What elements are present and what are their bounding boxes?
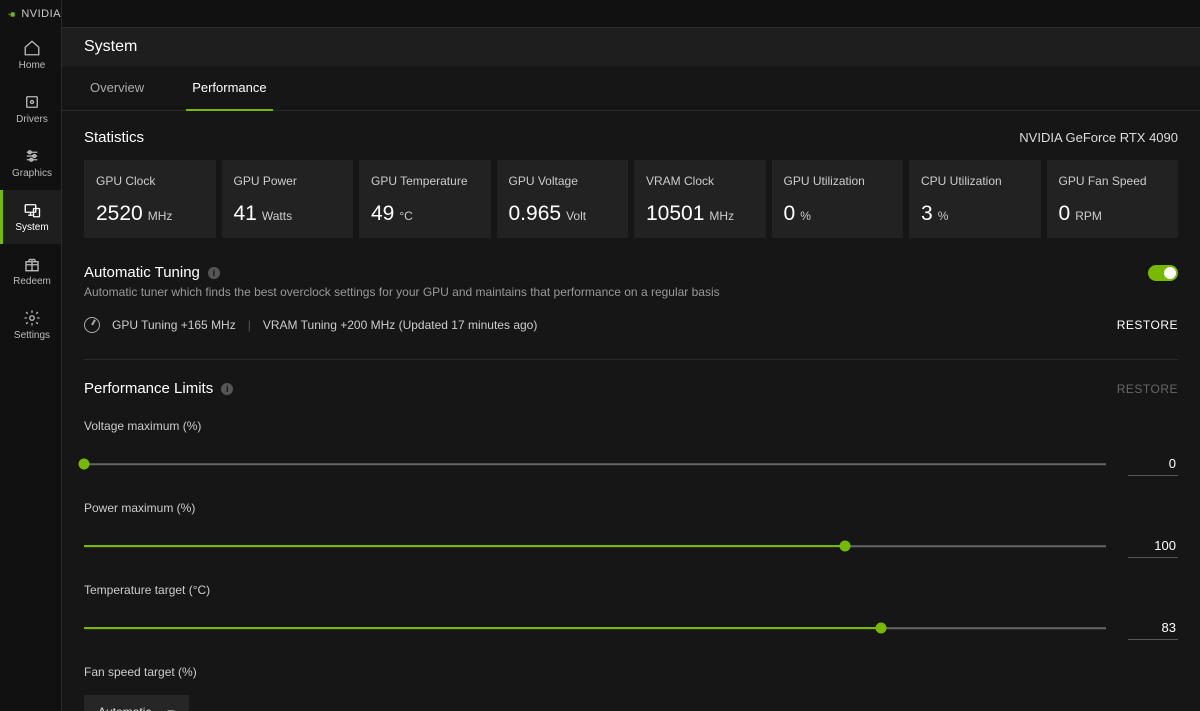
stat-value: 2520MHz: [96, 202, 204, 226]
drivers-icon: [23, 93, 41, 111]
stat-value: 0%: [784, 202, 892, 226]
stat-value: 0.965Volt: [509, 202, 617, 226]
gauge-icon: [84, 317, 100, 333]
info-icon[interactable]: i: [221, 383, 233, 395]
stat-card: GPU Temperature 49°C: [359, 160, 491, 238]
stat-card: GPU Voltage 0.965Volt: [497, 160, 629, 238]
stat-label: VRAM Clock: [646, 174, 754, 188]
stat-value: 3%: [921, 202, 1029, 226]
slider-track[interactable]: [84, 613, 1106, 643]
stat-card: GPU Power 41Watts: [222, 160, 354, 238]
perf-limits-restore-button: RESTORE: [1117, 382, 1178, 396]
stat-value: 49°C: [371, 202, 479, 226]
gpu-name: NVIDIA GeForce RTX 4090: [1019, 130, 1178, 145]
slider-input[interactable]: [1128, 616, 1178, 640]
sidebar-item-label: Settings: [14, 330, 50, 341]
stat-label: GPU Clock: [96, 174, 204, 188]
sidebar-item-label: Redeem: [13, 276, 51, 287]
tab-overview[interactable]: Overview: [84, 66, 150, 111]
fan-speed-label: Fan speed target (%): [84, 665, 1178, 679]
sidebar-item-drivers[interactable]: Drivers: [0, 82, 61, 136]
auto-tuning-toggle[interactable]: [1148, 265, 1178, 281]
slider-input[interactable]: [1128, 452, 1178, 476]
stat-unit: %: [938, 209, 949, 223]
slider-label: Voltage maximum (%): [84, 419, 1178, 433]
stat-value: 0RPM: [1059, 202, 1167, 226]
auto-tuning-title: Automatic Tuning: [84, 264, 200, 281]
stat-card: GPU Fan Speed 0RPM: [1047, 160, 1179, 238]
slider-label: Power maximum (%): [84, 501, 1178, 515]
slider-label: Temperature target (°C): [84, 583, 1178, 597]
page-title: System: [62, 28, 1200, 66]
stat-unit: °C: [399, 209, 412, 223]
nvidia-logo-icon: [8, 9, 15, 20]
slider-thumb[interactable]: [79, 459, 90, 470]
stat-card: CPU Utilization 3%: [909, 160, 1041, 238]
sidebar-item-system[interactable]: System: [0, 190, 61, 244]
auto-tuning-restore-button[interactable]: RESTORE: [1117, 318, 1178, 332]
gift-icon: [23, 255, 41, 273]
brand: NVIDIA: [0, 0, 61, 28]
fan-speed-value: Automatic: [98, 705, 151, 711]
stat-unit: RPM: [1075, 209, 1102, 223]
stat-unit: MHz: [709, 209, 734, 223]
auto-tuning-description: Automatic tuner which finds the best ove…: [84, 285, 1178, 299]
sidebar-item-home[interactable]: Home: [0, 28, 61, 82]
stat-unit: MHz: [148, 209, 173, 223]
slider-track[interactable]: [84, 531, 1106, 561]
gpu-tuning-value: GPU Tuning +165 MHz: [112, 318, 236, 332]
vram-tuning-value: VRAM Tuning +200 MHz (Updated 17 minutes…: [263, 318, 537, 332]
stat-unit: Watts: [262, 209, 292, 223]
brand-label: NVIDIA: [21, 8, 61, 20]
slider-thumb[interactable]: [876, 623, 887, 634]
stat-unit: Volt: [566, 209, 586, 223]
tab-performance[interactable]: Performance: [186, 66, 272, 111]
gear-icon: [23, 309, 41, 327]
slider-input[interactable]: [1128, 534, 1178, 558]
sidebar-item-label: System: [15, 222, 48, 233]
stat-label: GPU Power: [234, 174, 342, 188]
perf-limits-title: Performance Limits: [84, 380, 213, 397]
stat-label: GPU Utilization: [784, 174, 892, 188]
stat-value: 10501MHz: [646, 202, 754, 226]
stat-label: GPU Fan Speed: [1059, 174, 1167, 188]
slider-thumb[interactable]: [840, 541, 851, 552]
statistics-title: Statistics: [84, 129, 144, 146]
stat-unit: %: [800, 209, 811, 223]
stat-label: CPU Utilization: [921, 174, 1029, 188]
titlebar: [62, 0, 1200, 28]
sidebar-item-graphics[interactable]: Graphics: [0, 136, 61, 190]
sidebar-item-label: Graphics: [12, 168, 52, 179]
sidebar-item-label: Drivers: [16, 114, 48, 125]
fan-speed-dropdown[interactable]: Automatic: [84, 695, 189, 711]
stat-card: GPU Clock 2520MHz: [84, 160, 216, 238]
system-icon: [23, 201, 41, 219]
sidebar-item-label: Home: [19, 60, 46, 71]
home-icon: [23, 39, 41, 57]
stat-card: GPU Utilization 0%: [772, 160, 904, 238]
stat-label: GPU Temperature: [371, 174, 479, 188]
slider-track[interactable]: [84, 449, 1106, 479]
stat-card: VRAM Clock 10501MHz: [634, 160, 766, 238]
sliders-icon: [23, 147, 41, 165]
stat-value: 41Watts: [234, 202, 342, 226]
info-icon[interactable]: i: [208, 267, 220, 279]
sidebar-item-redeem[interactable]: Redeem: [0, 244, 61, 298]
sidebar-item-settings[interactable]: Settings: [0, 298, 61, 352]
stat-label: GPU Voltage: [509, 174, 617, 188]
